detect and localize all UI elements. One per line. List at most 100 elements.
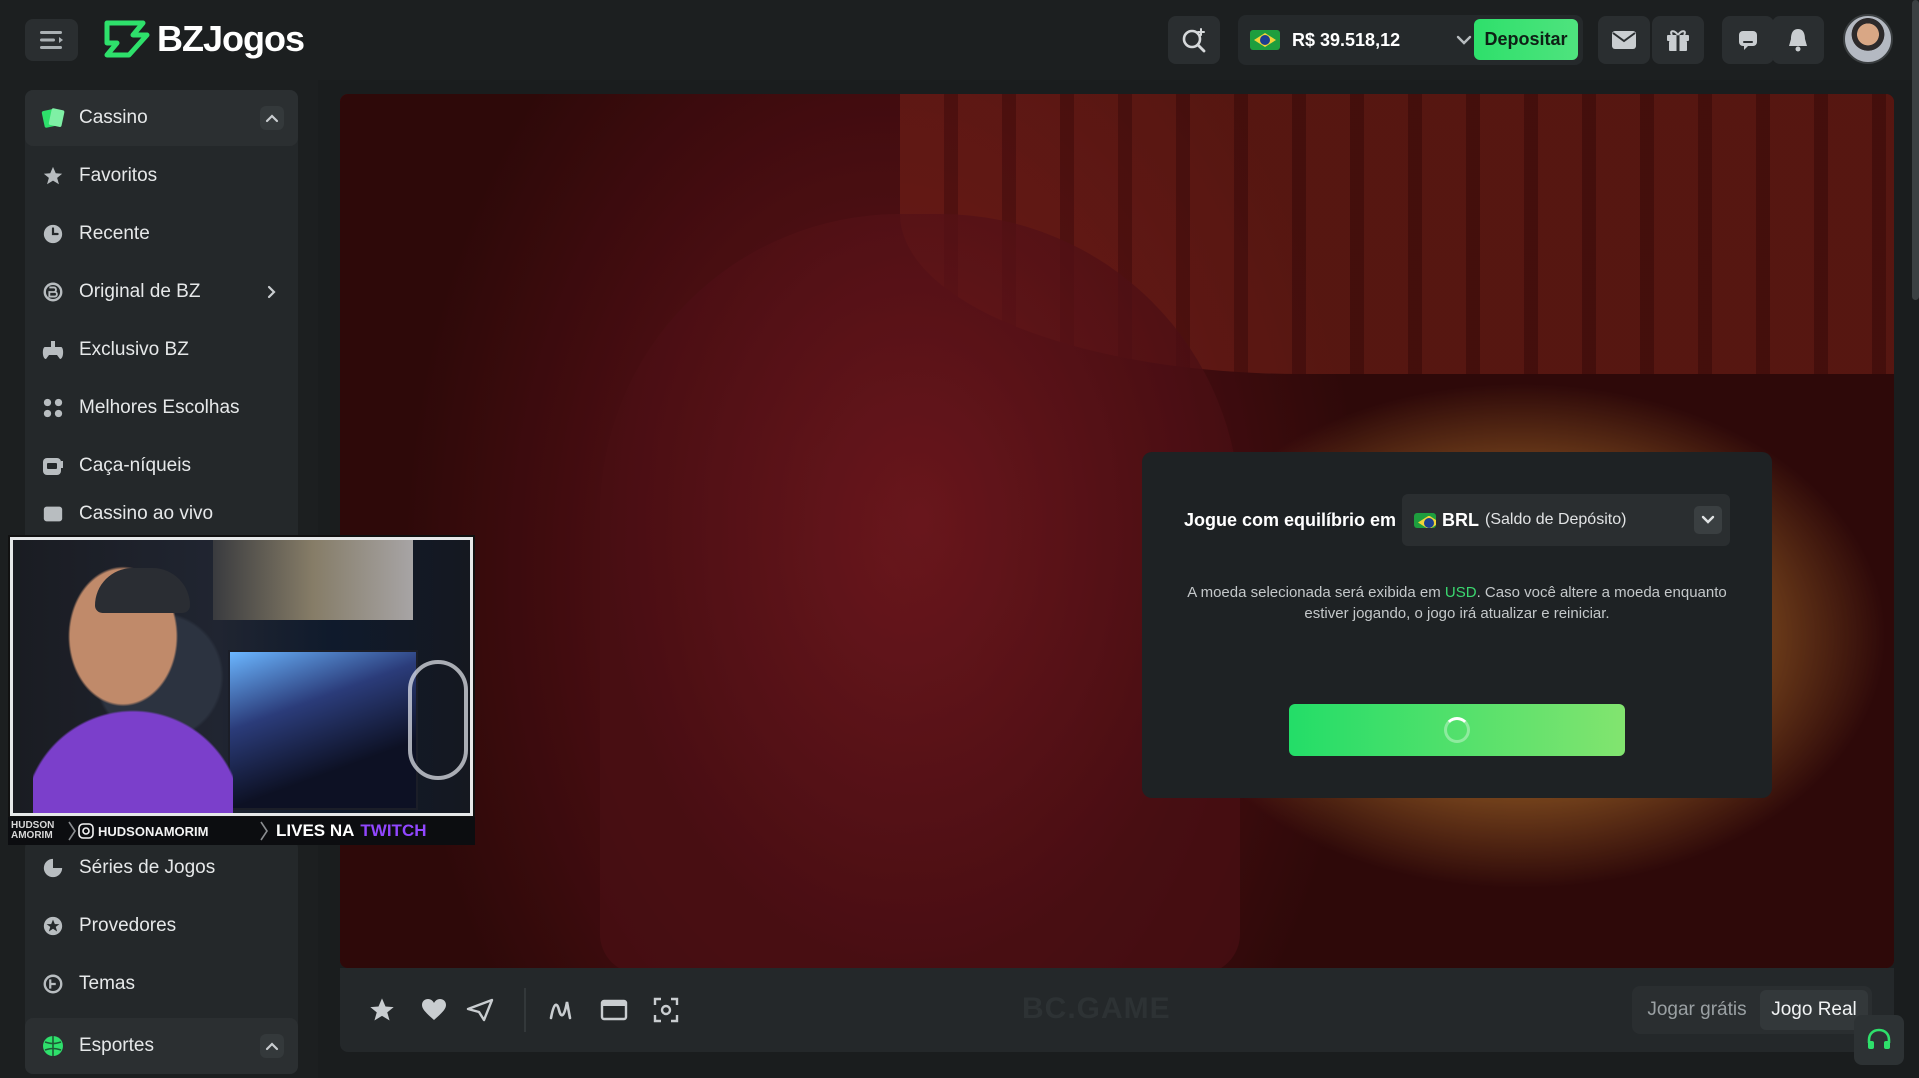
currency-subtext: (Saldo de Depósito) [1485,511,1627,528]
share-button[interactable] [462,992,498,1028]
sidebar-item-label: Séries de Jogos [79,857,216,878]
game-toolbar: BC.GAME Jogar grátis Jogo Real [340,968,1894,1052]
play-button[interactable] [1289,704,1625,756]
webcam-video [10,537,473,816]
messages-button[interactable] [1598,16,1650,64]
loading-spinner-icon [1444,717,1470,743]
casino-group-lower: Séries de Jogos Provedores Temas [25,840,298,1030]
play-mode-toggle: Jogar grátis Jogo Real [1632,986,1872,1034]
currency-notice: A moeda selecionada será exibida em USD.… [1187,584,1727,622]
logo-text: BZJogos [157,18,305,59]
chevron-up-icon[interactable] [260,1034,284,1058]
theater-mode-button[interactable] [596,992,632,1028]
sidebar-item-label: Cassino ao vivo [79,503,214,524]
sidebar-item-label: Melhores Escolhas [79,397,240,418]
sidebar-item-label: Cassino [79,107,148,128]
sidebar-item-melhores-escolhas[interactable]: Melhores Escolhas [25,380,298,436]
gamepad-icon [41,338,65,362]
star-icon [370,998,394,1021]
stats-button[interactable] [544,992,580,1028]
sidebar-item-label: Favoritos [79,165,158,186]
top-bar: BZJogos R$ 39.518,12 Depositar [0,0,1919,80]
favorite-star-button[interactable] [364,992,400,1028]
brazil-flag-icon [1250,30,1280,50]
chevron-down-icon [1452,28,1476,52]
gaming-pc-image [228,650,418,810]
like-button[interactable] [416,992,452,1028]
heart-icon [422,999,446,1020]
search-icon [1182,28,1206,53]
currency-code: BRL [1442,509,1479,530]
usd-highlight: USD [1444,584,1477,601]
sports-ball-icon [41,1034,65,1058]
sidebar-item-recente[interactable]: Recente [25,206,298,262]
search-button[interactable] [1168,16,1220,64]
sidebar-item-esportes[interactable]: Esportes [25,1018,298,1074]
sidebar-item-caca-niqueis[interactable]: Caça-níqueis [25,438,298,494]
sidebar-item-provedores[interactable]: Provedores [25,898,298,954]
chevron-right-icon [66,817,78,845]
chat-button[interactable] [1722,16,1774,64]
slot-machine-icon [41,454,65,478]
headset-icon [1867,1028,1891,1049]
sidebar-item-favoritos[interactable]: Favoritos [25,148,298,204]
sidebar-item-exclusivo-bz[interactable]: Exclusivo BZ [25,322,298,378]
bell-icon [1789,29,1807,52]
currency-label: Jogue com equilíbrio em [1184,510,1397,530]
sidebar-item-temas[interactable]: Temas [25,956,298,1012]
menu-icon [39,31,63,49]
themes-icon [41,972,65,996]
sidebar-item-cassino[interactable]: Cassino [25,90,298,146]
notifications-button[interactable] [1772,16,1824,64]
sidebar-item-label: Esportes [79,1035,154,1056]
live-casino-icon [41,502,65,526]
casino-group: Cassino Favoritos Recente Original de BZ… [25,90,298,550]
twitch-text: TWITCH [360,821,427,840]
send-icon [466,998,494,1022]
window-icon [600,999,628,1021]
originals-icon [41,280,65,304]
user-avatar[interactable] [1843,14,1893,64]
chart-line-icon [549,1001,572,1020]
sidebar-item-original-de-bz[interactable]: Original de BZ [25,264,298,320]
streamer-name: HUDSON AMORIM [11,820,55,841]
sports-group: Esportes [25,1018,298,1074]
star-icon [41,164,65,188]
series-icon [41,856,65,880]
free-play-tab[interactable]: Jogar grátis [1632,986,1762,1034]
sidebar-item-label: Temas [79,973,135,994]
casino-icon [41,106,65,130]
webcam-overlay: HUDSON AMORIM HUDSONAMORIM LIVES NA TWIT… [8,535,475,845]
chevron-up-icon[interactable] [260,106,284,130]
sidebar-item-cassino-ao-vivo[interactable]: Cassino ao vivo [25,494,298,534]
clock-icon [41,222,65,246]
site-logo[interactable]: BZJogos [103,18,305,60]
menu-toggle-button[interactable] [25,19,78,61]
support-button[interactable] [1854,1015,1904,1065]
grid-icon [41,396,65,420]
lives-text: LIVES NA [276,821,355,840]
provider-watermark: BC.GAME [1022,992,1171,1025]
chevron-right-icon [258,817,270,845]
sidebar-item-series-de-jogos[interactable]: Séries de Jogos [25,840,298,896]
sidebar-item-label: Exclusivo BZ [79,339,189,360]
rewards-button[interactable] [1652,16,1704,64]
webcam-banner: HUDSON AMORIM HUDSONAMORIM LIVES NA TWIT… [8,817,475,845]
real-play-tab[interactable]: Jogo Real [1760,990,1868,1030]
deposit-button[interactable]: Depositar [1474,19,1578,60]
sidebar-item-label: Original de BZ [79,281,201,302]
toolbar-divider [524,988,526,1032]
sidebar-item-label: Provedores [79,915,177,936]
wallet-balance: R$ 39.518,12 [1292,29,1401,50]
chevron-right-icon [260,280,284,304]
currency-modal: Jogue com equilíbrio em BRL (Saldo de De… [1142,452,1772,798]
game-frame[interactable]: Jogue com equilíbrio em BRL (Saldo de De… [340,94,1894,968]
currency-select[interactable]: BRL (Saldo de Depósito) [1402,494,1730,546]
instagram-icon [78,823,94,839]
fullscreen-icon [653,997,679,1023]
fullscreen-button[interactable] [648,992,684,1028]
sidebar-item-label: Recente [79,223,150,244]
gift-icon [1667,30,1689,51]
page-scrollbar[interactable] [1912,0,1919,300]
chevron-down-icon [1694,506,1722,534]
